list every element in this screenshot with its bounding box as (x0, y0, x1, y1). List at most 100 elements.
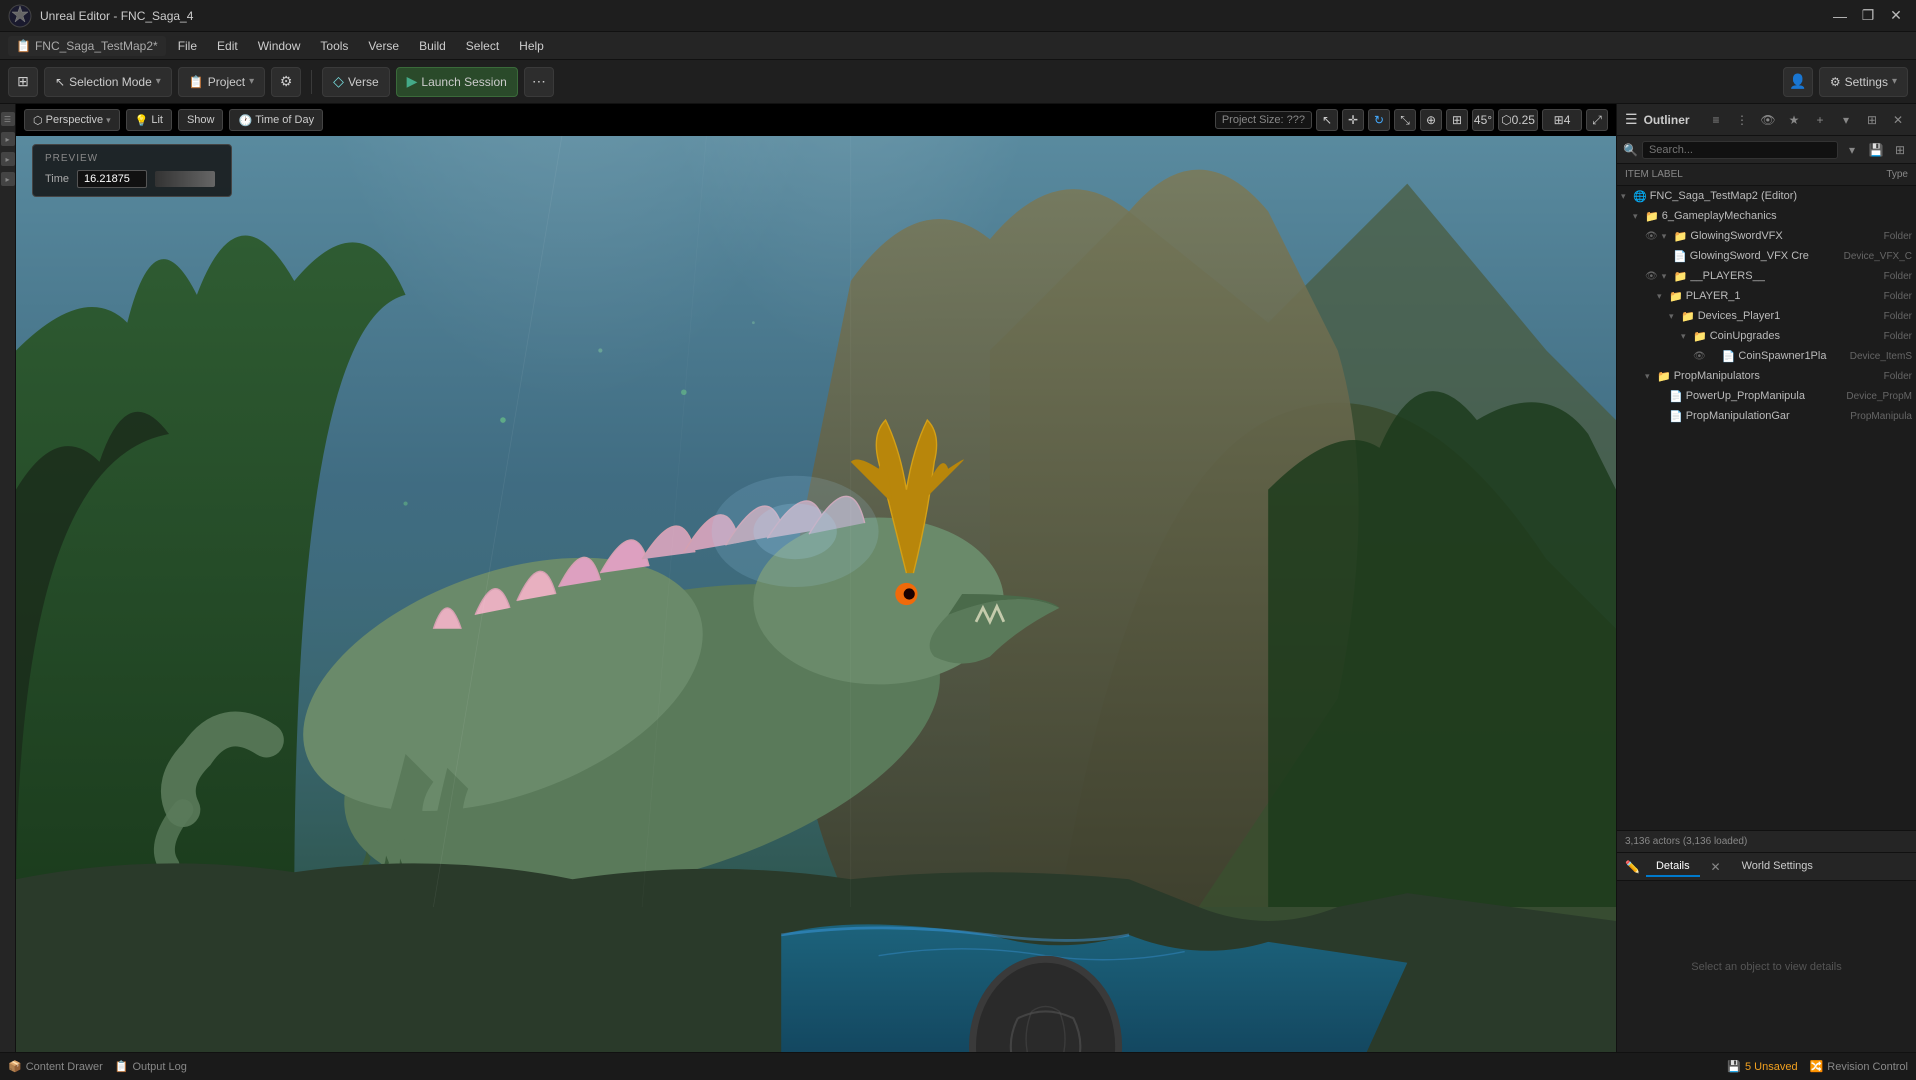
tree-item-type: Folder (1884, 371, 1912, 382)
users-button[interactable]: 👤 (1783, 67, 1813, 97)
tree-item-label: FNC_Saga_TestMap2 (Editor) (1650, 190, 1912, 202)
details-close-button[interactable]: ✕ (1706, 857, 1726, 877)
tree-item-label: PLAYER_1 (1686, 290, 1884, 302)
time-of-day-button[interactable]: 🕐 Time of Day (229, 109, 323, 131)
eye-toggle-icon[interactable]: 👁 (1645, 271, 1658, 282)
outliner-label-column: Item Label (1625, 169, 1683, 180)
details-panel: ✏️ Details ✕ World Settings Select an ob… (1617, 852, 1916, 1052)
tree-item-type: PropManipula (1850, 411, 1912, 422)
menu-verse[interactable]: Verse (360, 36, 407, 56)
content-drawer-label: Content Drawer (26, 1061, 103, 1073)
lit-button[interactable]: 💡 Lit (126, 109, 172, 131)
tree-item[interactable]: ▾ 🌐 FNC_Saga_TestMap2 (Editor) (1617, 186, 1916, 206)
tree-item[interactable]: ▾ 📁 PLAYER_1 Folder (1617, 286, 1916, 306)
tree-arrow-icon: ▾ (1681, 331, 1691, 342)
settings-label: Settings (1845, 75, 1888, 89)
close-button[interactable]: ✕ (1884, 6, 1908, 26)
outliner-eye-button[interactable]: 👁 (1758, 110, 1778, 130)
tree-item[interactable]: 👁 ▾ 📁 __PLAYERS__ Folder (1617, 266, 1916, 286)
menu-build[interactable]: Build (411, 36, 454, 56)
speed-button[interactable]: ⬡ 0.25 (1498, 109, 1538, 131)
details-tab[interactable]: Details (1646, 857, 1700, 877)
move-tool-button[interactable]: ✛ (1342, 109, 1364, 131)
angle-value: 45° (1474, 113, 1492, 127)
outliner-save-button[interactable]: 💾 (1866, 140, 1886, 160)
tree-item[interactable]: 📄 PowerUp_PropManipula Device_PropM (1617, 386, 1916, 406)
restore-button[interactable]: ❐ (1856, 6, 1880, 26)
transform-tool-button[interactable]: ⊕ (1420, 109, 1442, 131)
menu-window[interactable]: Window (250, 36, 309, 56)
outliner-layout-button[interactable]: ⊞ (1890, 140, 1910, 160)
more-options-button[interactable]: ⋯ (524, 67, 554, 97)
settings-button[interactable]: ⚙ Settings ▾ (1819, 67, 1908, 97)
scene-artwork (16, 136, 1616, 1052)
tree-item[interactable]: ▾ 📁 CoinUpgrades Folder (1617, 326, 1916, 346)
tree-item[interactable]: ▾ 📁 PropManipulators Folder (1617, 366, 1916, 386)
tree-item[interactable]: 📄 GlowingSword_VFX Cre Device_VFX_C (1617, 246, 1916, 266)
scale-tool-button[interactable]: ⤡ (1394, 109, 1416, 131)
tree-item[interactable]: ▾ 📁 Devices_Player1 Folder (1617, 306, 1916, 326)
tree-item[interactable]: 👁 📄 CoinSpawner1Pla Device_ItemS (1617, 346, 1916, 366)
select-tool-button[interactable]: ↖ (1316, 109, 1338, 131)
outliner-tree[interactable]: ▾ 🌐 FNC_Saga_TestMap2 (Editor) ▾ 📁 6_Gam… (1617, 186, 1916, 830)
grid-num-button[interactable]: ⊞ 4 (1542, 109, 1582, 131)
menu-help[interactable]: Help (511, 36, 552, 56)
tree-item-label: Devices_Player1 (1698, 310, 1884, 322)
left-panel-icon-3[interactable]: ▸ (1, 152, 15, 166)
project-tab[interactable]: 📋 FNC_Saga_TestMap2* (8, 36, 166, 56)
tree-item[interactable]: ▾ 📁 6_GameplayMechanics (1617, 206, 1916, 226)
left-panel-icon-2[interactable]: ▸ (1, 132, 15, 146)
menu-file[interactable]: File (170, 36, 205, 56)
viewport[interactable]: ⬡ Perspective ▾ 💡 Lit Show 🕐 Time of Day… (16, 104, 1616, 1052)
menu-edit[interactable]: Edit (209, 36, 246, 56)
tree-arrow-icon: ▾ (1633, 211, 1643, 222)
quick-settings-button[interactable]: ⚙ (271, 67, 301, 97)
tree-item[interactable]: 📄 PropManipulationGar PropManipula (1617, 406, 1916, 426)
rotate-tool-button[interactable]: ↻ (1368, 109, 1390, 131)
tree-item-label: __PLAYERS__ (1690, 270, 1883, 282)
launch-session-button[interactable]: ▶ Launch Session (396, 67, 518, 97)
left-panel-icon-4[interactable]: ▸ (1, 172, 15, 186)
content-drawer-button[interactable]: 📦 Content Drawer (8, 1060, 103, 1073)
eye-toggle-icon[interactable]: 👁 (1645, 231, 1658, 242)
clock-icon: 🕐 (238, 114, 252, 127)
show-button[interactable]: Show (178, 109, 224, 131)
main-content: ☰ ▸ ▸ ▸ ⬡ Perspective ▾ 💡 Lit Show 🕐 Tim… (0, 104, 1916, 1052)
angle-button[interactable]: 45° (1472, 109, 1494, 131)
world-grid-button[interactable]: ⊞ (1446, 109, 1468, 131)
time-of-day-label: Time of Day (255, 114, 314, 126)
show-label: Show (187, 114, 215, 126)
menu-tools[interactable]: Tools (312, 36, 356, 56)
eye-toggle-icon[interactable]: 👁 (1693, 351, 1706, 362)
maximize-button[interactable]: ⤢ (1586, 109, 1608, 131)
menu-select[interactable]: Select (458, 36, 507, 56)
outliner-search-settings-button[interactable]: ▾ (1842, 140, 1862, 160)
left-panel-toggle[interactable]: ☰ (1, 112, 15, 126)
unsaved-indicator[interactable]: 💾 5 Unsaved (1727, 1060, 1797, 1073)
preview-time-bar[interactable] (155, 171, 215, 187)
outliner-add-button[interactable]: + (1810, 110, 1830, 130)
minimize-button[interactable]: — (1828, 6, 1852, 26)
tree-item[interactable]: 👁 ▾ 📁 GlowingSwordVFX Folder (1617, 226, 1916, 246)
verse-button[interactable]: ◇ Verse (322, 67, 389, 97)
output-log-button[interactable]: 📋 Output Log (115, 1060, 187, 1073)
preview-label: PREVIEW (45, 153, 219, 164)
project-button[interactable]: 📋 Project ▾ (178, 67, 265, 97)
perspective-button[interactable]: ⬡ Perspective ▾ (24, 109, 120, 131)
outliner-search-input[interactable] (1642, 141, 1838, 159)
outliner-more-button[interactable]: ▾ (1836, 110, 1856, 130)
outliner-close-button[interactable]: ✕ (1888, 110, 1908, 130)
outliner-filter-button[interactable]: ≡ (1706, 110, 1726, 130)
preview-time-input[interactable]: 16.21875 (77, 170, 147, 188)
details-header: ✏️ Details ✕ World Settings (1617, 853, 1916, 881)
world-settings-tab[interactable]: World Settings (1732, 857, 1823, 877)
preview-time-label: Time (45, 173, 69, 185)
tree-arrow-icon: ▾ (1662, 271, 1672, 282)
outliner-settings-button[interactable]: ⊞ (1862, 110, 1882, 130)
selection-mode-button[interactable]: ↖ Selection Mode ▾ (44, 67, 172, 97)
outliner-options-button[interactable]: ⋮ (1732, 110, 1752, 130)
layout-icon-button[interactable]: ⊞ (8, 67, 38, 97)
outliner-star-button[interactable]: ★ (1784, 110, 1804, 130)
revision-control-button[interactable]: 🔀 Revision Control (1810, 1060, 1908, 1073)
project-tab-label: FNC_Saga_TestMap2* (35, 39, 158, 53)
